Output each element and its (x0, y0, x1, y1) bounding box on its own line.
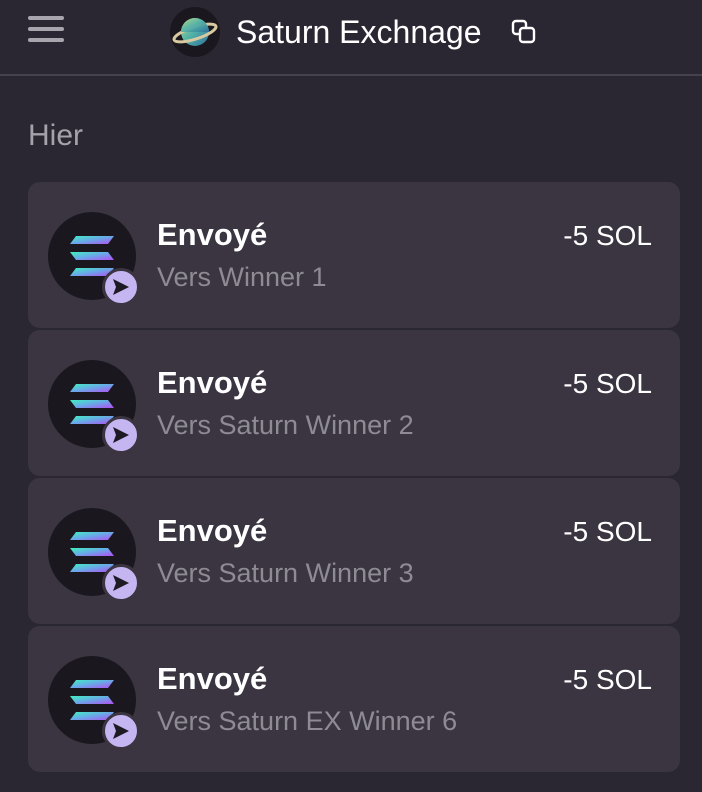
transaction-recipient: Vers Saturn Winner 2 (157, 410, 414, 440)
transaction-amount: -5 SOL (563, 516, 652, 547)
send-arrow-icon (102, 564, 140, 602)
date-section-label: Hier (28, 119, 84, 152)
transaction-amount: -5 SOL (563, 220, 652, 251)
transaction-title: Envoyé (157, 217, 268, 252)
transaction-item[interactable]: Envoyé Vers Saturn EX Winner 6 -5 SOL (28, 626, 680, 772)
transaction-amount: -5 SOL (563, 664, 652, 695)
transaction-recipient: Vers Saturn Winner 3 (157, 558, 414, 588)
transaction-amount: -5 SOL (563, 368, 652, 399)
transaction-title: Envoyé (157, 513, 268, 548)
app-header: Saturn Exchnage (0, 0, 702, 76)
transaction-item[interactable]: Envoyé Vers Winner 1 -5 SOL (28, 182, 680, 328)
transaction-title: Envoyé (157, 661, 268, 696)
transaction-item[interactable]: Envoyé Vers Saturn Winner 3 -5 SOL (28, 478, 680, 624)
send-arrow-icon (102, 268, 140, 306)
transaction-item[interactable]: Envoyé Vers Saturn Winner 2 -5 SOL (28, 330, 680, 476)
copy-icon[interactable] (510, 18, 538, 46)
transaction-recipient: Vers Winner 1 (157, 262, 327, 292)
send-arrow-icon (102, 416, 140, 454)
send-arrow-icon (102, 712, 140, 750)
saturn-planet-icon (170, 7, 220, 57)
transaction-list: Envoyé Vers Winner 1 -5 SOL Envoyé Vers … (28, 182, 680, 774)
app-title: Saturn Exchnage (236, 14, 482, 50)
transaction-title: Envoyé (157, 365, 268, 400)
transaction-recipient: Vers Saturn EX Winner 6 (157, 706, 458, 736)
hamburger-menu-icon[interactable] (28, 14, 64, 46)
